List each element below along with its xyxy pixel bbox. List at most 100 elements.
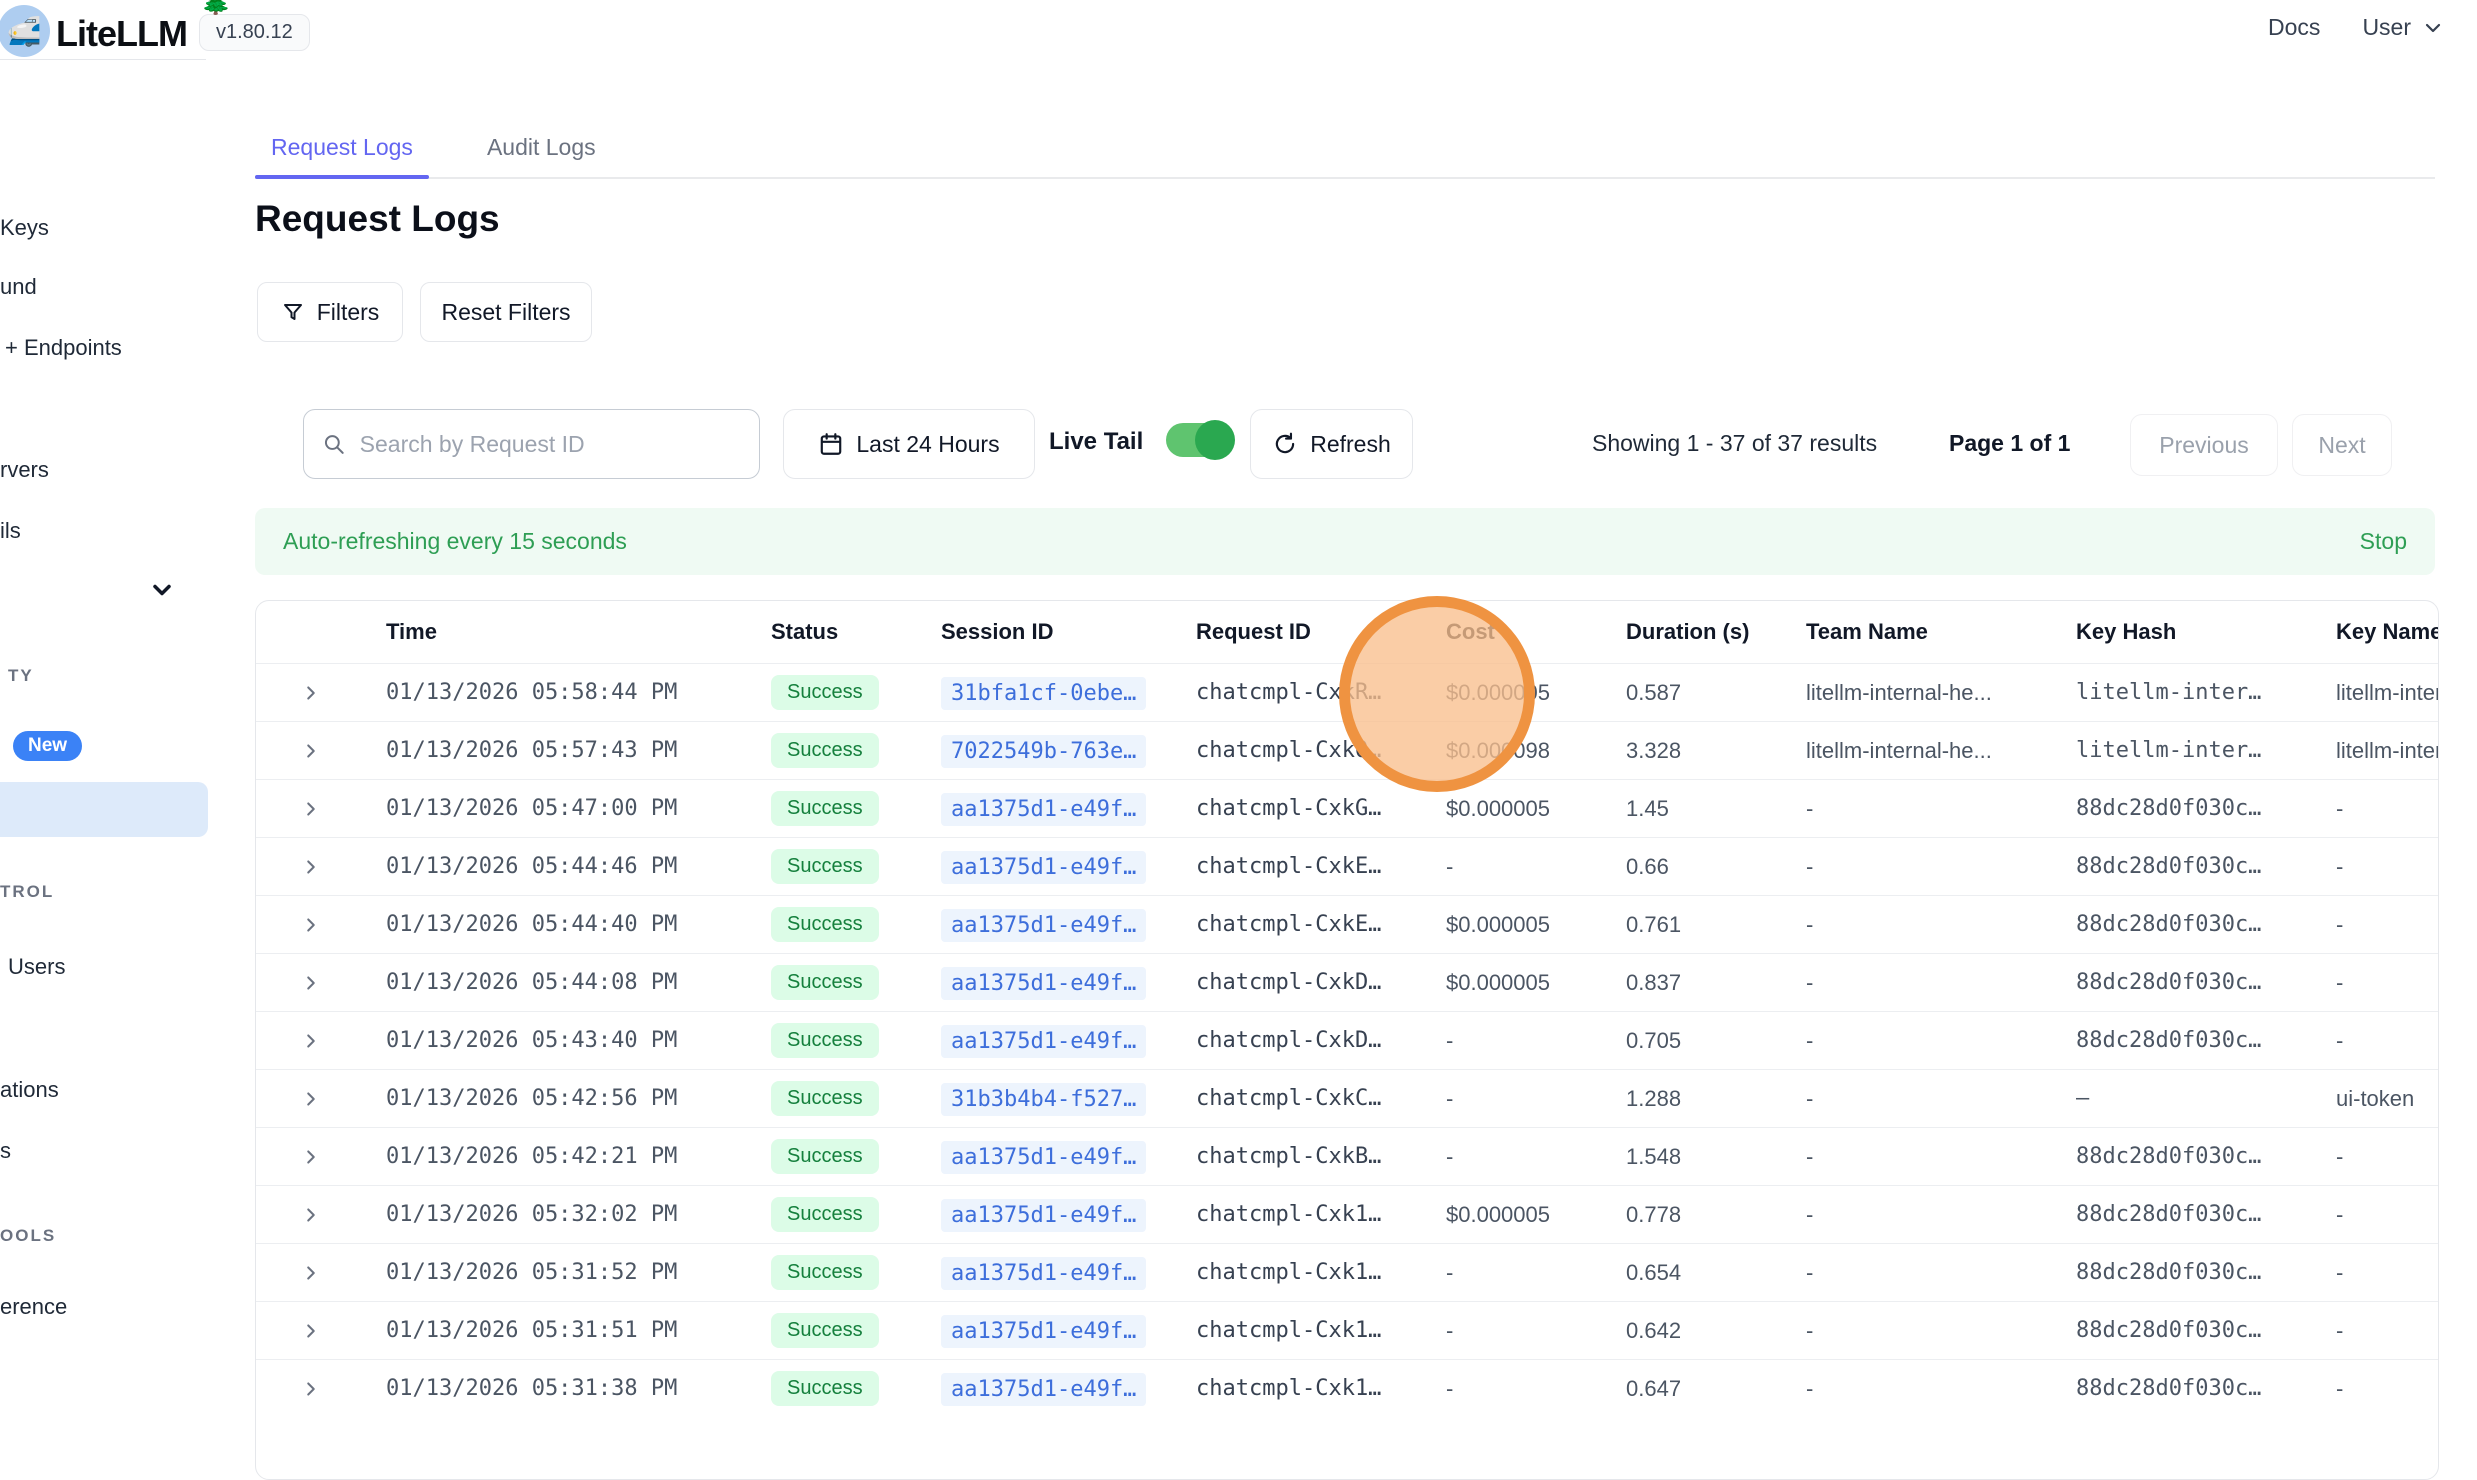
row-expander[interactable]: [256, 682, 386, 704]
row-expander[interactable]: [256, 1320, 386, 1342]
session-id-link[interactable]: aa1375d1-e49f…: [941, 1199, 1146, 1232]
filters-button-label: Filters: [317, 299, 380, 326]
session-id-link[interactable]: aa1375d1-e49f…: [941, 851, 1146, 884]
chevron-right-icon: [300, 1088, 322, 1110]
filters-button[interactable]: Filters: [257, 282, 403, 342]
litellm-logo[interactable]: 🚅: [0, 5, 50, 57]
cell-team-name: -: [1806, 912, 2076, 938]
previous-label: Previous: [2159, 432, 2248, 459]
sidebar-item-teams[interactable]: s: [0, 1137, 11, 1165]
session-id-link[interactable]: aa1375d1-e49f…: [941, 793, 1146, 826]
search-input[interactable]: [360, 431, 741, 458]
session-id-link[interactable]: aa1375d1-e49f…: [941, 1257, 1146, 1290]
chevron-right-icon: [300, 914, 322, 936]
auto-refresh-banner: Auto-refreshing every 15 seconds Stop: [255, 508, 2435, 575]
stop-auto-refresh-button[interactable]: Stop: [2360, 528, 2407, 555]
cell-cost: -: [1446, 1318, 1626, 1344]
row-expander[interactable]: [256, 1088, 386, 1110]
session-id-link[interactable]: aa1375d1-e49f…: [941, 1141, 1146, 1174]
sidebar-item-servers[interactable]: rvers: [0, 456, 49, 484]
cell-key-name: -: [2336, 970, 2439, 996]
cell-duration: 0.705: [1626, 1028, 1806, 1054]
cell-key-name: litellm-inter…: [2336, 738, 2439, 764]
sidebar-expand-item[interactable]: [148, 576, 176, 604]
previous-button[interactable]: Previous: [2130, 414, 2278, 476]
row-expander[interactable]: [256, 798, 386, 820]
row-expander[interactable]: [256, 1146, 386, 1168]
cell-status: Success: [771, 907, 941, 942]
cell-time: 01/13/2026 05:44:08 PM: [386, 970, 771, 995]
status-badge: Success: [771, 1371, 879, 1406]
refresh-label: Refresh: [1310, 431, 1391, 458]
new-badge: New: [13, 731, 82, 761]
cell-session-id: aa1375d1-e49f…: [941, 970, 1196, 996]
table-row: 01/13/2026 05:44:08 PM Success aa1375d1-…: [256, 953, 2439, 1011]
tab-request-logs[interactable]: Request Logs: [255, 118, 429, 177]
header-key-name: Key Name: [2336, 619, 2439, 645]
row-expander[interactable]: [256, 1378, 386, 1400]
row-expander[interactable]: [256, 1030, 386, 1052]
row-expander[interactable]: [256, 1262, 386, 1284]
cell-request-id: chatcmpl-CxkE…: [1196, 854, 1446, 879]
row-expander[interactable]: [256, 740, 386, 762]
cell-key-name: -: [2336, 1028, 2439, 1054]
cell-duration: 1.288: [1626, 1086, 1806, 1112]
cell-time: 01/13/2026 05:32:02 PM: [386, 1202, 771, 1227]
row-expander[interactable]: [256, 914, 386, 936]
toggle-knob: [1195, 420, 1235, 460]
status-badge: Success: [771, 1023, 879, 1058]
cell-team-name: -: [1806, 1376, 2076, 1402]
live-tail-toggle[interactable]: [1166, 423, 1232, 457]
cell-cost: -: [1446, 1260, 1626, 1286]
cell-request-id: chatcmpl-CxkD…: [1196, 970, 1446, 995]
date-range-button[interactable]: Last 24 Hours: [783, 409, 1035, 479]
cell-duration: 3.328: [1626, 738, 1806, 764]
cell-request-id: chatcmpl-Cxk1…: [1196, 1202, 1446, 1227]
cell-status: Success: [771, 965, 941, 1000]
row-expander[interactable]: [256, 1204, 386, 1226]
reset-filters-button[interactable]: Reset Filters: [420, 282, 592, 342]
session-id-link[interactable]: aa1375d1-e49f…: [941, 1315, 1146, 1348]
tree-decoration-icon: 🌲: [201, 0, 231, 17]
cell-team-name: -: [1806, 1086, 2076, 1112]
session-id-link[interactable]: 31bfa1cf-0ebe…: [941, 677, 1146, 710]
cell-status: Success: [771, 1081, 941, 1116]
sidebar-item-playground[interactable]: und: [0, 273, 37, 301]
cell-cost: $0.000005: [1446, 912, 1626, 938]
cell-request-id: chatcmpl-CxkE…: [1196, 912, 1446, 937]
chevron-right-icon: [300, 682, 322, 704]
sidebar-item-internal-users[interactable]: Users: [8, 953, 65, 981]
session-id-link[interactable]: aa1375d1-e49f…: [941, 1025, 1146, 1058]
sidebar-item-api-reference[interactable]: erence: [0, 1293, 67, 1321]
session-id-link[interactable]: aa1375d1-e49f…: [941, 909, 1146, 942]
session-id-link[interactable]: 7022549b-763e…: [941, 735, 1146, 768]
sidebar-item-keys[interactable]: Keys: [0, 214, 49, 242]
sidebar-item-guardrails[interactable]: ils: [0, 517, 21, 545]
chevron-right-icon: [300, 1146, 322, 1168]
header-time: Time: [386, 619, 771, 645]
cell-status: Success: [771, 791, 941, 826]
session-id-link[interactable]: 31b3b4b4-f527…: [941, 1083, 1146, 1116]
cell-request-id: chatcmpl-CxkG…: [1196, 796, 1446, 821]
tab-audit-logs[interactable]: Audit Logs: [471, 118, 612, 177]
cell-time: 01/13/2026 05:31:51 PM: [386, 1318, 771, 1343]
chevron-right-icon: [300, 1320, 322, 1342]
cell-cost: -: [1446, 1144, 1626, 1170]
session-id-link[interactable]: aa1375d1-e49f…: [941, 967, 1146, 1000]
user-menu[interactable]: User: [2362, 14, 2445, 41]
status-badge: Success: [771, 1313, 879, 1348]
docs-link[interactable]: Docs: [2268, 14, 2320, 41]
table-row: 01/13/2026 05:31:52 PM Success aa1375d1-…: [256, 1243, 2439, 1301]
sidebar-item-organizations[interactable]: ations: [0, 1076, 59, 1104]
row-expander[interactable]: [256, 856, 386, 878]
cell-status: Success: [771, 733, 941, 768]
status-badge: Success: [771, 907, 879, 942]
sidebar-item-models-endpoints[interactable]: + Endpoints: [5, 334, 122, 362]
row-expander[interactable]: [256, 972, 386, 994]
refresh-button[interactable]: Refresh: [1250, 409, 1413, 479]
funnel-icon: [281, 300, 305, 324]
session-id-link[interactable]: aa1375d1-e49f…: [941, 1373, 1146, 1406]
cell-team-name: -: [1806, 1028, 2076, 1054]
next-button[interactable]: Next: [2292, 414, 2392, 476]
sidebar-item-logs-selected[interactable]: [0, 782, 208, 837]
